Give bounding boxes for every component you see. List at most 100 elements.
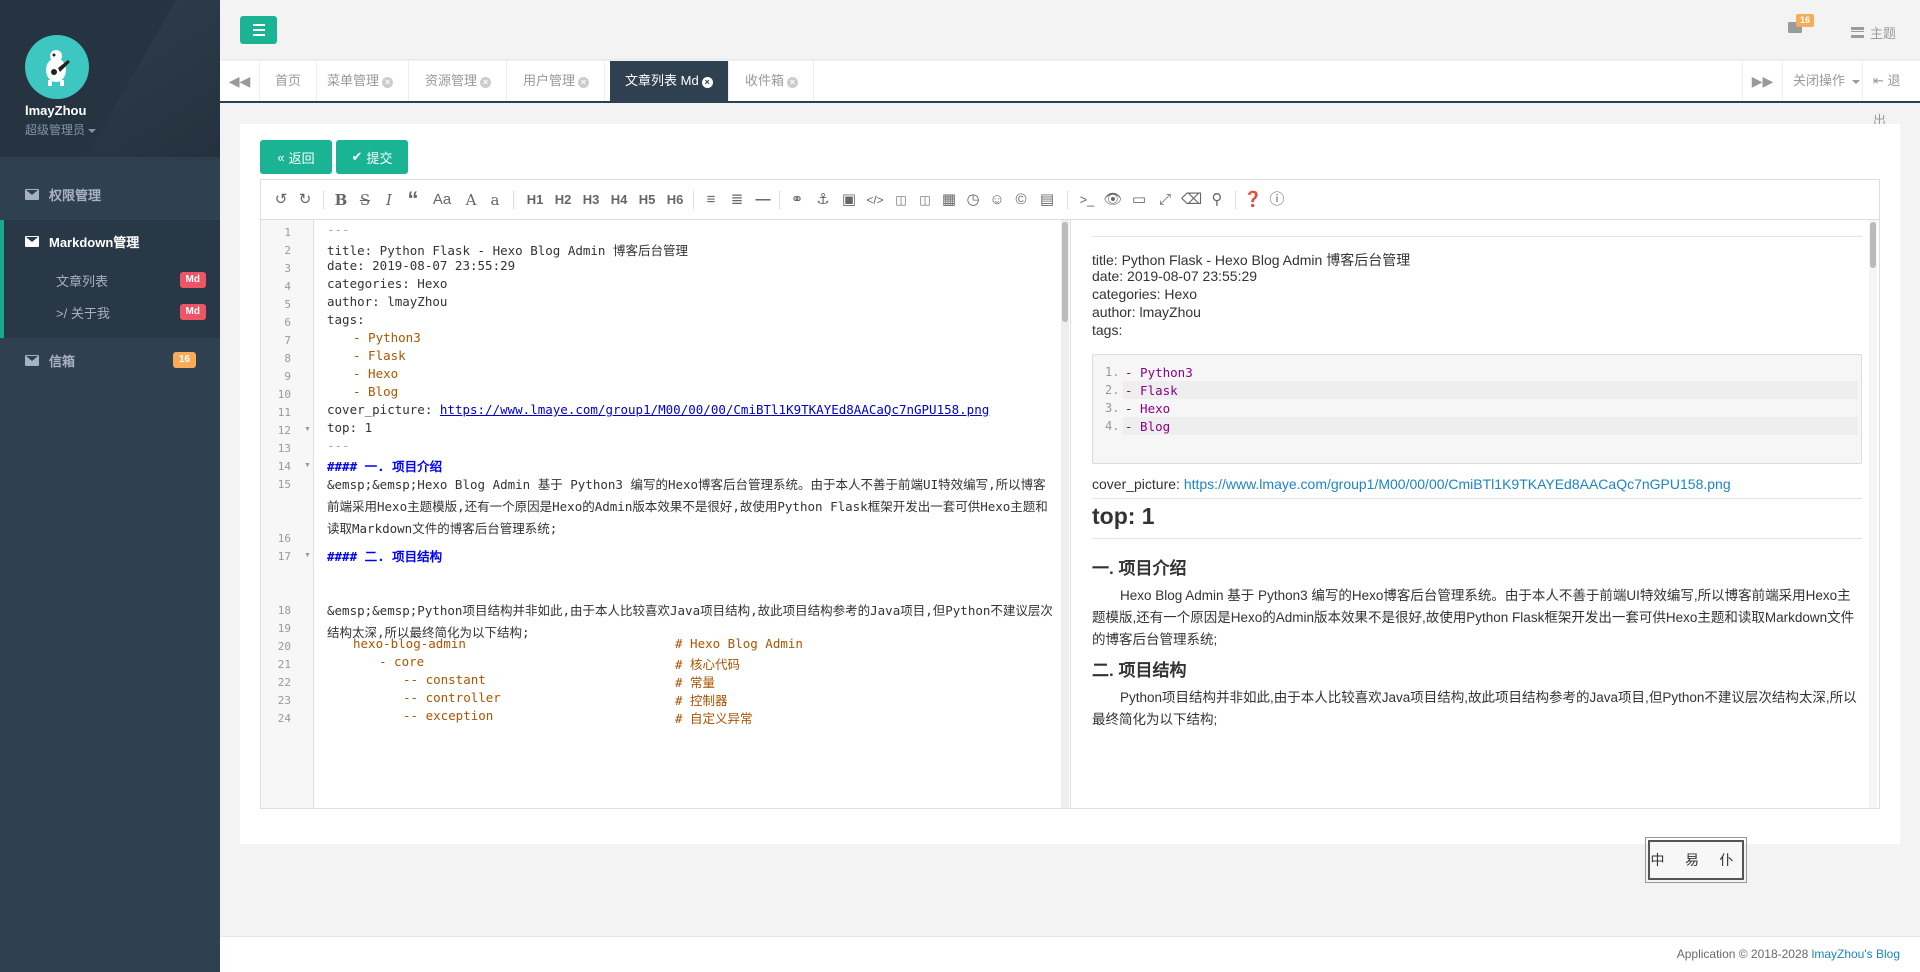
tab-article-list[interactable]: 文章列表 Md ×	[610, 61, 729, 101]
code-icon[interactable]: </>	[865, 190, 885, 210]
close-operations-dropdown[interactable]: 关闭操作	[1782, 61, 1870, 101]
close-icon[interactable]: ×	[578, 77, 590, 88]
line-number: 17	[277, 550, 291, 563]
fold-arrow-icon[interactable]: ▼	[304, 462, 311, 469]
preview-categories-line: categories: Hexo	[1092, 286, 1198, 302]
close-icon[interactable]: ×	[701, 77, 713, 88]
code-block-icon[interactable]: ◫	[891, 190, 911, 210]
line-number: 15	[277, 478, 291, 491]
preview-cover-link[interactable]: https://www.lmaye.com/group1/M00/00/00/C…	[1184, 476, 1731, 492]
heading-2-button[interactable]: H2	[551, 190, 575, 210]
strikethrough-icon[interactable]: S	[355, 190, 375, 210]
nav-item-permissions[interactable]: 权限管理	[0, 175, 220, 213]
anchor-icon[interactable]: ⚓	[813, 190, 833, 210]
code-line: -- constant # 常量	[403, 672, 716, 690]
logout-icon: ⇤	[1873, 73, 1884, 88]
sidebar-item-article-list[interactable]: 文章列表 Md	[4, 264, 220, 296]
image-icon[interactable]: ▣	[839, 190, 859, 210]
profile-role-dropdown[interactable]: 超级管理员	[25, 121, 97, 138]
datetime-icon[interactable]: ◷	[963, 190, 983, 210]
tabs-scroll-right-icon[interactable]: ▶▶	[1742, 61, 1782, 101]
nav-item-mailbox[interactable]: 信箱 16	[0, 341, 220, 379]
nav-item-markdown[interactable]: Markdown管理	[4, 222, 220, 260]
tab-user-management[interactable]: 用户管理 ×	[508, 61, 606, 101]
line-number: 19	[277, 622, 291, 635]
envelope-icon	[25, 188, 39, 200]
code-line: - Python3	[353, 330, 421, 345]
clear-icon[interactable]: ⌫	[1181, 190, 1202, 210]
close-icon[interactable]: ×	[480, 77, 492, 88]
tab-resource-management[interactable]: 资源管理 ×	[410, 61, 508, 101]
fullscreen-icon[interactable]: ⤢	[1155, 190, 1175, 210]
footer: Application © 2018-2028 lmayZhou's Blog	[220, 936, 1920, 972]
theme-button[interactable]: 主题	[1850, 23, 1896, 42]
cover-url-link[interactable]: https://www.lmaye.com/group1/M00/00/00/C…	[440, 402, 989, 417]
info-icon[interactable]: ⓘ	[1267, 190, 1287, 210]
help-icon[interactable]: ❓	[1243, 190, 1263, 210]
heading-4-button[interactable]: H4	[607, 190, 631, 210]
horizontal-rule-icon[interactable]: —	[753, 190, 773, 210]
back-button[interactable]: «返回	[260, 140, 332, 174]
avatar[interactable]	[25, 35, 89, 99]
editor-toolbar: ↺ ↻ B S I “ Aa A a H1 H2 H3 H4 H5 H6 ≡ ≣…	[261, 180, 1879, 220]
close-icon[interactable]: ×	[382, 77, 394, 88]
line-number: 23	[277, 694, 291, 707]
ordered-list-icon[interactable]: ≣	[727, 190, 747, 210]
caret-down-icon	[88, 128, 97, 133]
undo-icon[interactable]: ↺	[271, 190, 291, 210]
code-line: top: 1	[327, 420, 373, 435]
line-number: 18	[277, 604, 291, 617]
lowercase-a-icon[interactable]: a	[485, 190, 505, 210]
preformatted-icon[interactable]: ◫	[915, 190, 935, 210]
tab-home[interactable]: 首页	[260, 61, 318, 101]
line-number: 10	[277, 388, 291, 401]
redo-icon[interactable]: ↻	[295, 190, 315, 210]
heading-6-button[interactable]: H6	[663, 190, 687, 210]
preview-title-line: title: Python Flask - Hexo Blog Admin 博客…	[1092, 252, 1411, 268]
markdown-code-pane[interactable]: 1 --- 2 title: Python Flask - Hexo Blog Adm…	[261, 220, 1071, 808]
html-entities-icon[interactable]: ©	[1011, 190, 1031, 210]
fold-arrow-icon[interactable]: ▼	[304, 552, 311, 559]
close-icon[interactable]: ×	[787, 77, 799, 88]
preview-heading-intro: 一. 项目介绍	[1092, 559, 1187, 578]
check-icon: ✔	[351, 149, 363, 164]
sidebar-item-about-me[interactable]: >/ 关于我 Md	[4, 296, 220, 328]
fold-arrow-icon[interactable]: ▼	[304, 426, 311, 433]
italic-icon[interactable]: I	[379, 190, 399, 210]
heading-1-button[interactable]: H1	[523, 190, 547, 210]
table-icon[interactable]: ▦	[939, 190, 959, 210]
avatar-mascot-icon	[46, 50, 70, 86]
line-number: 8	[284, 352, 291, 365]
unordered-list-icon[interactable]: ≡	[701, 190, 721, 210]
markdown-editor: ↺ ↻ B S I “ Aa A a H1 H2 H3 H4 H5 H6 ≡ ≣…	[260, 179, 1880, 809]
uppercase-icon[interactable]: Aa	[427, 190, 457, 210]
menu-toggle-button[interactable]	[240, 16, 277, 44]
bold-icon[interactable]: B	[331, 190, 351, 210]
code-line: date: 2019-08-07 23:55:29	[327, 258, 516, 273]
tabs-scroll-left-icon[interactable]: ◀◀	[220, 61, 260, 101]
quote-icon[interactable]: “	[403, 189, 423, 211]
code-scrollbar[interactable]	[1061, 220, 1069, 808]
tab-inbox[interactable]: 收件箱 ×	[730, 61, 815, 101]
heading-3-button[interactable]: H3	[579, 190, 603, 210]
pagebreak-icon[interactable]: ▤	[1035, 190, 1059, 210]
preview-scrollbar[interactable]	[1869, 220, 1877, 808]
link-icon[interactable]: ⚭	[787, 190, 807, 210]
emoji-icon[interactable]: ☺	[987, 190, 1007, 210]
sidebar: lmayZhou 超级管理员 权限管理 Markdown管理 文章列表 Md >…	[0, 0, 220, 972]
line-number: 7	[284, 334, 291, 347]
tab-menu-management[interactable]: 菜单管理 ×	[312, 61, 410, 101]
preview-tag: - Blog	[1125, 419, 1171, 434]
terminal-icon[interactable]: >_	[1075, 190, 1099, 210]
search-icon[interactable]: ⚲	[1207, 190, 1227, 210]
line-number: 3	[284, 262, 291, 275]
preview-icon[interactable]: ▭	[1129, 190, 1149, 210]
submit-button[interactable]: ✔ 提交	[336, 140, 408, 174]
caret-down-icon	[1851, 79, 1860, 84]
footer-blog-link[interactable]: lmayZhou's Blog	[1812, 947, 1900, 961]
mailbox-count-badge: 16	[172, 352, 196, 368]
watch-toggle-icon[interactable]: 👁	[1103, 190, 1123, 210]
uppercase-a-icon[interactable]: A	[461, 190, 481, 210]
logout-button[interactable]: ⇤ 退出	[1862, 61, 1920, 128]
heading-5-button[interactable]: H5	[635, 190, 659, 210]
